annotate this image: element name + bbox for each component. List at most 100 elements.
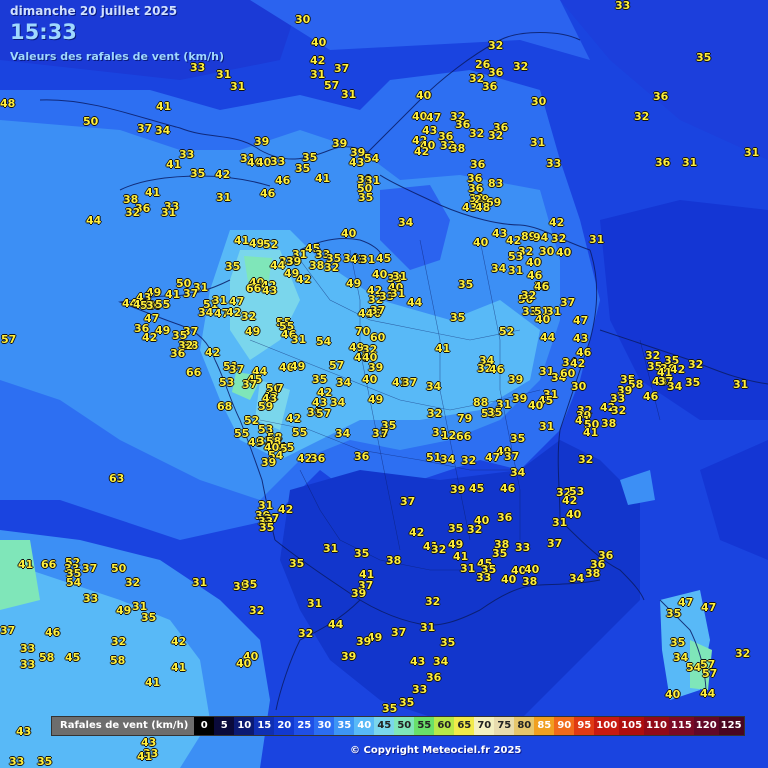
station-value: 31 bbox=[508, 264, 524, 277]
legend-swatch: 15 bbox=[254, 717, 275, 735]
station-value: 49 bbox=[290, 360, 306, 373]
station-value: 34 bbox=[510, 466, 526, 479]
station-value: 34 bbox=[155, 124, 171, 137]
legend-swatch: 25 bbox=[294, 717, 315, 735]
station-value: 35 bbox=[666, 607, 682, 620]
station-value: 40 bbox=[526, 256, 542, 269]
station-value: 32 bbox=[461, 454, 477, 467]
station-value: 34 bbox=[433, 655, 449, 668]
station-value: 70 bbox=[355, 325, 371, 338]
station-value: 31 bbox=[682, 156, 698, 169]
station-value: 66 bbox=[246, 282, 262, 295]
station-value: 46 bbox=[500, 482, 516, 495]
station-value: 39 bbox=[351, 587, 367, 600]
station-value: 42 bbox=[226, 306, 242, 319]
station-value: 35 bbox=[295, 162, 311, 175]
station-value: 31 bbox=[552, 516, 568, 529]
station-value: 37 bbox=[229, 363, 245, 376]
station-value: 40 bbox=[556, 246, 572, 259]
station-value: 32 bbox=[551, 232, 567, 245]
station-value: 32 bbox=[688, 358, 704, 371]
station-value: 46 bbox=[489, 363, 505, 376]
station-value: 32 bbox=[634, 110, 650, 123]
station-value: 44 bbox=[328, 618, 344, 631]
station-value: 46 bbox=[643, 390, 659, 403]
station-value: 66 bbox=[456, 430, 472, 443]
station-value: 30 bbox=[539, 245, 555, 258]
station-value: 33 bbox=[412, 683, 428, 696]
map-date: dimanche 20 juillet 2025 bbox=[10, 4, 178, 18]
station-value: 47 bbox=[701, 601, 717, 614]
station-value: 32 bbox=[521, 289, 537, 302]
station-value: 40 bbox=[524, 563, 540, 576]
station-value: 42 bbox=[286, 412, 302, 425]
legend-swatch: 50 bbox=[394, 717, 415, 735]
station-value: 35 bbox=[510, 432, 526, 445]
station-value: 35 bbox=[670, 636, 686, 649]
station-value: 32 bbox=[431, 543, 447, 556]
map-time: 15:33 bbox=[10, 20, 77, 44]
station-value: 36 bbox=[426, 671, 442, 684]
station-value: 44 bbox=[358, 307, 374, 320]
station-value: 31 bbox=[192, 576, 208, 589]
station-value: 32 bbox=[735, 647, 751, 660]
station-value: 41 bbox=[171, 661, 187, 674]
station-value: 54 bbox=[316, 335, 332, 348]
station-value: 34 bbox=[440, 453, 456, 466]
station-value: 40 bbox=[473, 236, 489, 249]
station-value: 36 bbox=[653, 90, 669, 103]
station-value: 33 bbox=[83, 592, 99, 605]
station-value: 83 bbox=[488, 177, 504, 190]
station-value: 31 bbox=[460, 562, 476, 575]
station-value: 35 bbox=[458, 278, 474, 291]
station-value: 35 bbox=[448, 522, 464, 535]
station-value: 31 bbox=[291, 333, 307, 346]
station-value: 31 bbox=[744, 146, 760, 159]
station-value: 35 bbox=[190, 167, 206, 180]
station-value: 39 bbox=[341, 650, 357, 663]
station-value: 54 bbox=[686, 661, 702, 674]
station-value: 36 bbox=[488, 66, 504, 79]
station-value: 57 bbox=[702, 667, 718, 680]
station-value: 60 bbox=[560, 367, 576, 380]
station-value: 30 bbox=[531, 95, 547, 108]
station-value: 34 bbox=[667, 380, 683, 393]
legend-swatch: 65 bbox=[454, 717, 475, 735]
station-value: 34 bbox=[335, 427, 351, 440]
station-value: 35 bbox=[696, 51, 712, 64]
station-value: 59 bbox=[258, 400, 274, 413]
station-value: 49 bbox=[346, 277, 362, 290]
station-value: 38 bbox=[585, 567, 601, 580]
station-value: 32 bbox=[467, 523, 483, 536]
station-value: 35 bbox=[440, 636, 456, 649]
station-value: 32 bbox=[578, 453, 594, 466]
station-value: 37 bbox=[0, 624, 16, 637]
station-value: 39 bbox=[512, 392, 528, 405]
station-value: 32 bbox=[125, 576, 141, 589]
station-value: 79 bbox=[457, 412, 473, 425]
station-value: 49 bbox=[116, 604, 132, 617]
station-value: 32 bbox=[425, 595, 441, 608]
station-value: 40 bbox=[665, 688, 681, 701]
station-value: 37 bbox=[402, 376, 418, 389]
station-value: 40 bbox=[311, 36, 327, 49]
legend-swatch: 115 bbox=[668, 717, 694, 735]
station-value: 45 bbox=[469, 482, 485, 495]
station-value: 36 bbox=[655, 156, 671, 169]
station-value: 38 bbox=[386, 554, 402, 567]
station-value: 32 bbox=[111, 635, 127, 648]
station-value: 37 bbox=[504, 450, 520, 463]
station-value: 37 bbox=[334, 62, 350, 75]
station-value: 57 bbox=[329, 359, 345, 372]
station-value: 32 bbox=[298, 627, 314, 640]
station-value: 68 bbox=[217, 400, 233, 413]
legend-swatch: 110 bbox=[644, 717, 669, 735]
station-value: 36 bbox=[470, 158, 486, 171]
station-value: 35 bbox=[382, 702, 398, 715]
station-value: 32 bbox=[488, 39, 504, 52]
station-value: 33 bbox=[546, 157, 562, 170]
station-value: 34 bbox=[398, 216, 414, 229]
station-value: 39 bbox=[368, 361, 384, 374]
copyright-text: © Copyright Meteociel.fr 2025 bbox=[350, 745, 522, 756]
legend-title: Rafales de vent (km/h) bbox=[60, 720, 189, 731]
